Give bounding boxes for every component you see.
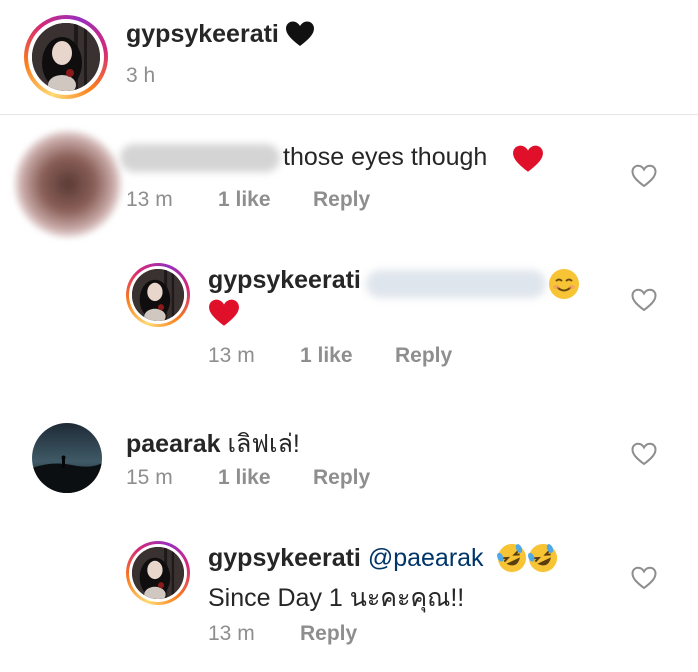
post-username[interactable]: gypsykeerati: [126, 20, 279, 49]
black-heart-icon: [286, 21, 314, 46]
avatar[interactable]: [132, 269, 184, 321]
avatar[interactable]: [32, 423, 102, 493]
mention-link[interactable]: @paearak: [368, 544, 484, 572]
reply-button[interactable]: Reply: [300, 622, 357, 646]
reply-button[interactable]: Reply: [313, 188, 370, 212]
post-time: 3 h: [126, 64, 156, 87]
like-count[interactable]: 1 like: [218, 466, 271, 490]
like-heart-icon[interactable]: [631, 164, 657, 188]
comment-time: 15 m: [126, 466, 173, 489]
blurred-mention[interactable]: [366, 270, 546, 298]
avatar[interactable]: [14, 130, 122, 238]
comment-text: เลิฟเล่!: [227, 430, 300, 458]
red-heart-icon: [209, 299, 239, 326]
comment-text: Since Day 1 นะคะคุณ!!: [208, 584, 465, 612]
comment-username[interactable]: gypsykeerati: [208, 266, 361, 295]
avatar[interactable]: [32, 23, 100, 91]
rolling-laughing-face-icon: [528, 543, 558, 573]
divider: [0, 114, 698, 115]
rolling-laughing-face-icon: [497, 543, 527, 573]
like-count[interactable]: 1 like: [300, 344, 353, 368]
smiling-face-icon: [549, 269, 579, 299]
comment-time: 13 m: [208, 344, 255, 367]
comment-time: 13 m: [126, 188, 173, 211]
comment-text: those eyes though: [283, 143, 488, 171]
like-heart-icon[interactable]: [631, 566, 657, 590]
comment-username[interactable]: paearak: [126, 430, 221, 458]
reply-button[interactable]: Reply: [313, 466, 370, 490]
comment-time: 13 m: [208, 622, 255, 645]
avatar[interactable]: [132, 547, 184, 599]
red-heart-icon: [513, 145, 543, 172]
blurred-username[interactable]: [120, 144, 280, 172]
like-count[interactable]: 1 like: [218, 188, 271, 212]
like-heart-icon[interactable]: [631, 442, 657, 466]
reply-button[interactable]: Reply: [395, 344, 452, 368]
like-heart-icon[interactable]: [631, 288, 657, 312]
comment-username[interactable]: gypsykeerati: [208, 544, 361, 572]
